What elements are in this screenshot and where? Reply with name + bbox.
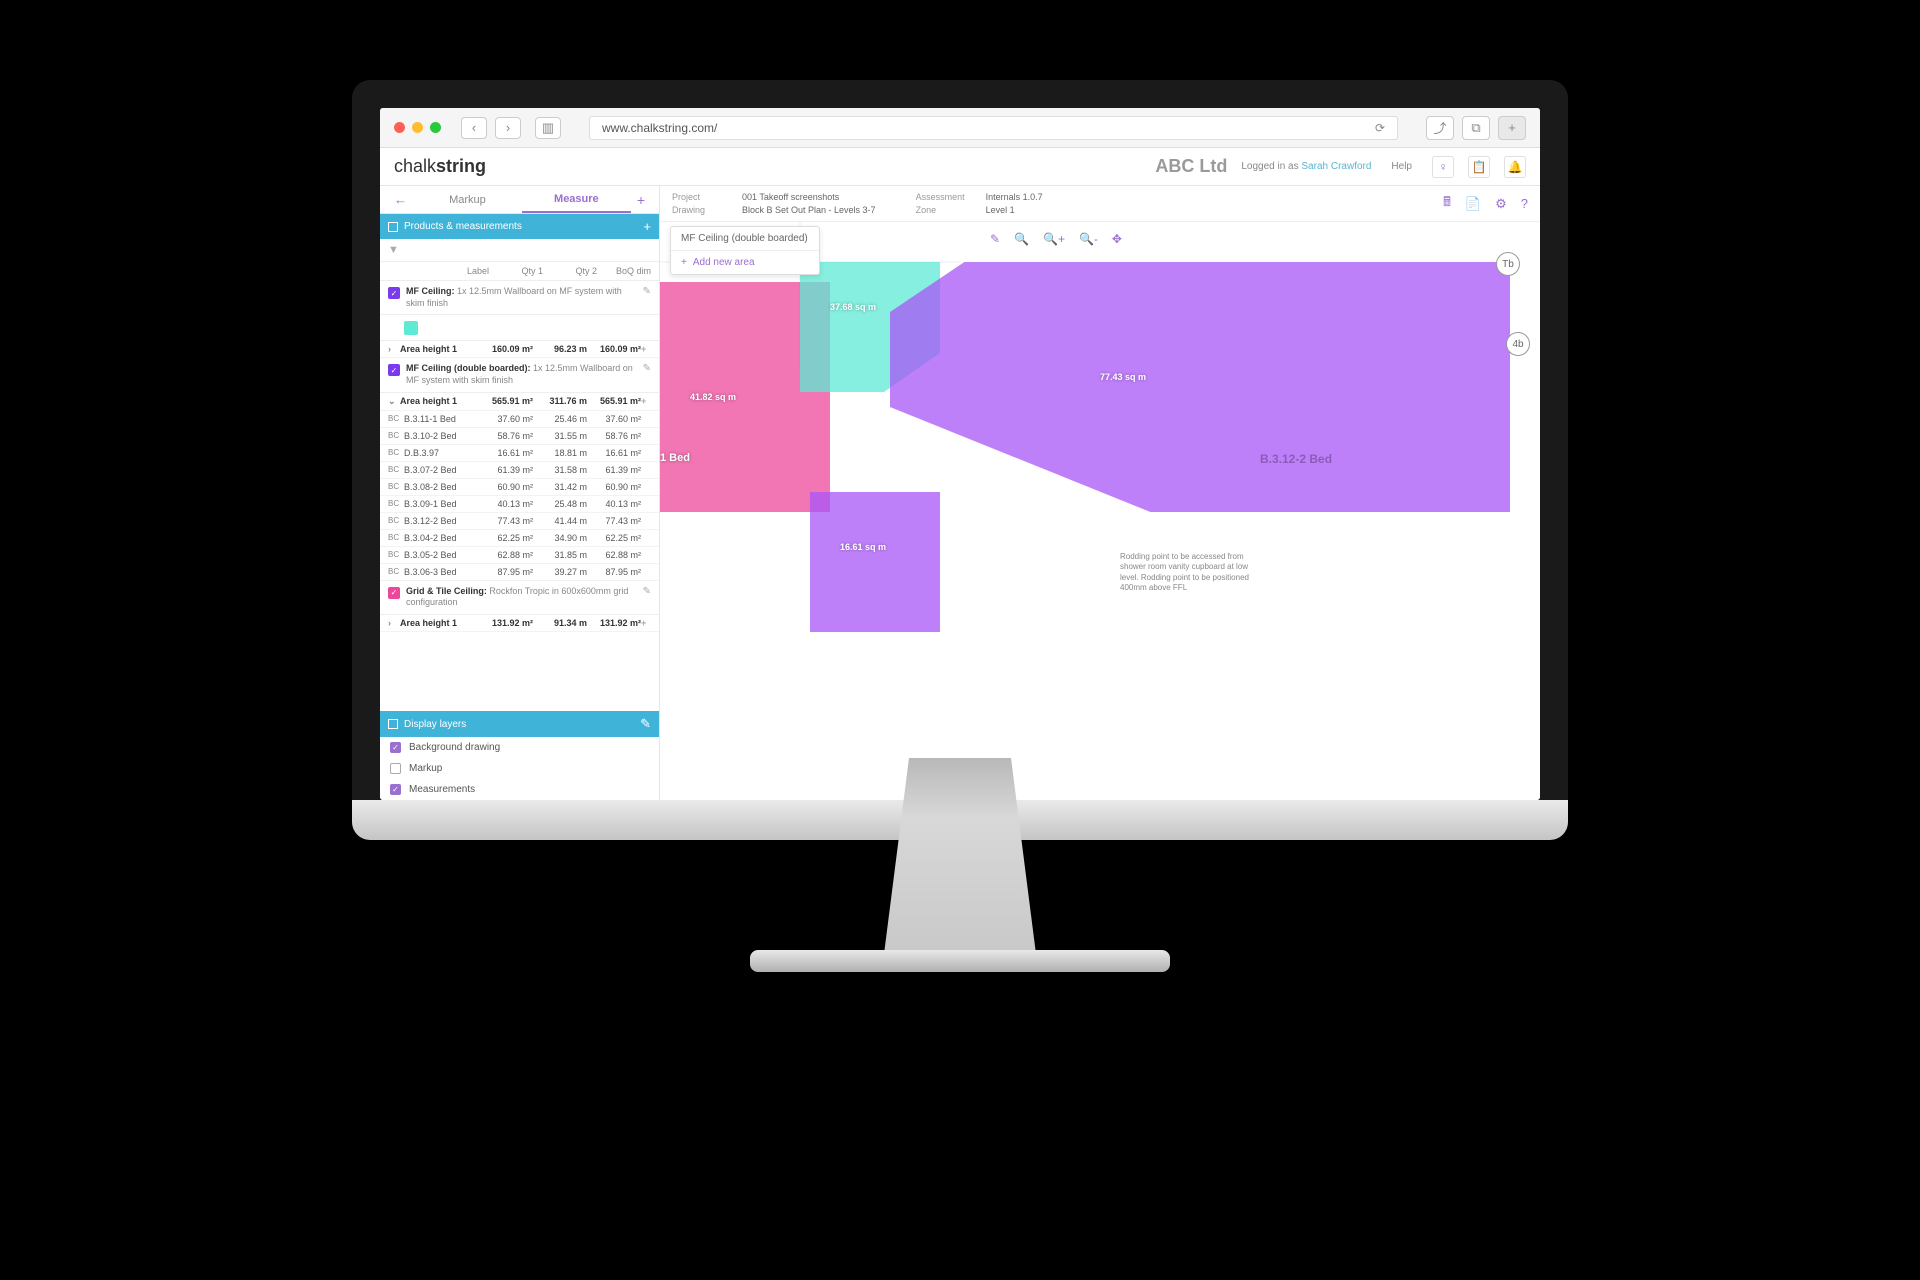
area-label: 41.82 sq m bbox=[690, 392, 736, 402]
edit-icon[interactable]: ✎ bbox=[643, 286, 651, 297]
main-panel: Project001 Takeoff screenshots DrawingBl… bbox=[660, 186, 1540, 800]
calculator-icon[interactable]: 🖩 bbox=[1443, 193, 1451, 215]
browser-toolbar: ‹ › ▥ www.chalkstring.com/ ⟳ ⤴ ⧉ + bbox=[380, 108, 1540, 148]
area-label: 16.61 sq m bbox=[840, 542, 886, 552]
area-summary[interactable]: ›Area height 1 131.92 m²91.34 m131.92 m²… bbox=[380, 615, 659, 632]
layer-item[interactable]: ✓Measurements bbox=[380, 779, 659, 800]
color-swatch: ✓ bbox=[388, 587, 400, 599]
forward-button[interactable]: › bbox=[495, 117, 521, 139]
zoom-tool-icon[interactable]: 🔍 bbox=[1014, 232, 1029, 246]
product-row[interactable]: ✓ MF Ceiling (double boarded): 1x 12.5mm… bbox=[380, 358, 659, 392]
user-icon[interactable]: ♀ bbox=[1432, 156, 1454, 178]
sidebar: ← Markup Measure + Products & measuremen… bbox=[380, 186, 660, 800]
plus-icon: + bbox=[681, 257, 687, 268]
product-row[interactable]: ✓ MF Ceiling: 1x 12.5mm Wallboard on MF … bbox=[380, 281, 659, 315]
measurement-row[interactable]: BCB.3.07-2 Bed61.39 m²31.58 m61.39 m² bbox=[380, 462, 659, 479]
maximize-window-icon[interactable] bbox=[430, 122, 441, 133]
filter-row[interactable]: ▼ bbox=[380, 239, 659, 262]
zoom-out-icon[interactable]: 🔍- bbox=[1079, 232, 1098, 246]
user-link[interactable]: Sarah Crawford bbox=[1301, 161, 1371, 172]
new-tab-button[interactable]: + bbox=[1498, 116, 1526, 140]
help-link[interactable]: Help bbox=[1385, 161, 1418, 172]
settings-icon[interactable]: ⚙ bbox=[1495, 196, 1507, 212]
checkbox-icon[interactable] bbox=[388, 222, 398, 232]
close-window-icon[interactable] bbox=[394, 122, 405, 133]
grid-marker: 4b bbox=[1506, 332, 1530, 356]
edit-layers-icon[interactable]: ✎ bbox=[640, 716, 651, 732]
add-tab-icon[interactable]: + bbox=[631, 192, 651, 208]
tabs-button[interactable]: ⧉ bbox=[1462, 116, 1490, 140]
area-summary[interactable]: ›Area height 1 160.09 m²96.23 m160.09 m²… bbox=[380, 341, 659, 358]
share-button[interactable]: ⤴ bbox=[1426, 116, 1454, 140]
sidebar-toggle-button[interactable]: ▥ bbox=[535, 117, 561, 139]
plan-note: Rodding point to be accessed from shower… bbox=[1120, 552, 1260, 594]
layer-item[interactable]: Markup bbox=[380, 758, 659, 779]
color-swatch bbox=[404, 321, 418, 335]
layer-item[interactable]: ✓Background drawing bbox=[380, 737, 659, 758]
pan-tool-icon[interactable]: ✥ bbox=[1112, 232, 1122, 246]
edit-icon[interactable]: ✎ bbox=[643, 363, 651, 374]
area-label: 77.43 sq m bbox=[1100, 372, 1146, 382]
color-swatch: ✓ bbox=[388, 364, 400, 376]
add-product-icon[interactable]: + bbox=[643, 219, 651, 234]
grid-marker: Tb bbox=[1496, 252, 1520, 276]
pen-tool-icon[interactable]: ✎ bbox=[990, 232, 1000, 246]
room-name: B.3.12-2 Bed bbox=[1260, 452, 1332, 466]
measurement-row[interactable]: BCB.3.10-2 Bed58.76 m²31.55 m58.76 m² bbox=[380, 428, 659, 445]
url-text: www.chalkstring.com/ bbox=[602, 121, 717, 135]
add-area-button[interactable]: +Add new area bbox=[671, 251, 819, 274]
checkbox-icon[interactable] bbox=[388, 719, 398, 729]
checkbox-icon[interactable] bbox=[390, 763, 401, 774]
help-icon[interactable]: ? bbox=[1521, 196, 1528, 211]
app-header: chalkstring ABC Ltd Logged in as Sarah C… bbox=[380, 148, 1540, 186]
drawing-canvas[interactable]: ✎ 🔍 🔍+ 🔍- ✥ MF Ceiling (double boarded) … bbox=[660, 222, 1540, 800]
measurement-row[interactable]: BCB.3.05-2 Bed62.88 m²31.85 m62.88 m² bbox=[380, 547, 659, 564]
measurement-row[interactable]: BCB.3.08-2 Bed60.90 m²31.42 m60.90 m² bbox=[380, 479, 659, 496]
area-label: 37.68 sq m bbox=[830, 302, 876, 312]
room-name: 1 Bed bbox=[660, 452, 690, 464]
company-name: ABC Ltd bbox=[1155, 156, 1227, 177]
login-status: Logged in as Sarah Crawford bbox=[1241, 161, 1371, 172]
url-bar[interactable]: www.chalkstring.com/ ⟳ bbox=[589, 116, 1398, 140]
clipboard-icon[interactable]: 📋 bbox=[1468, 156, 1490, 178]
refresh-icon[interactable]: ⟳ bbox=[1375, 121, 1385, 135]
measurement-row[interactable]: BCB.3.09-1 Bed40.13 m²25.48 m40.13 m² bbox=[380, 496, 659, 513]
measurement-row[interactable]: BCB.3.06-3 Bed87.95 m²39.27 m87.95 m² bbox=[380, 564, 659, 581]
tab-markup[interactable]: Markup bbox=[413, 188, 522, 212]
edit-icon[interactable]: ✎ bbox=[643, 586, 651, 597]
layers-section-header[interactable]: Display layers ✎ bbox=[380, 711, 659, 737]
canvas-toolbar: ✎ 🔍 🔍+ 🔍- ✥ bbox=[980, 228, 1132, 250]
info-bar: Project001 Takeoff screenshots DrawingBl… bbox=[660, 186, 1540, 222]
popup-title: MF Ceiling (double boarded) bbox=[671, 227, 819, 251]
measurement-row[interactable]: BCB.3.12-2 Bed77.43 m²41.44 m77.43 m² bbox=[380, 513, 659, 530]
context-popup: MF Ceiling (double boarded) +Add new are… bbox=[670, 226, 820, 275]
checkbox-icon[interactable]: ✓ bbox=[390, 742, 401, 753]
document-icon[interactable]: 📄 bbox=[1465, 196, 1481, 212]
back-button[interactable]: ‹ bbox=[461, 117, 487, 139]
area-shape-purple[interactable] bbox=[890, 262, 1510, 512]
column-headers: LabelQty 1Qty 2BoQ dim bbox=[380, 262, 659, 281]
color-swatch: ✓ bbox=[388, 287, 400, 299]
product-swatch-row bbox=[380, 315, 659, 341]
tab-measure[interactable]: Measure bbox=[522, 187, 631, 213]
minimize-window-icon[interactable] bbox=[412, 122, 423, 133]
measurement-row[interactable]: BCD.B.3.9716.61 m²18.81 m16.61 m² bbox=[380, 445, 659, 462]
logo[interactable]: chalkstring bbox=[394, 156, 486, 177]
back-icon[interactable]: ← bbox=[388, 192, 413, 207]
measurement-row[interactable]: BCB.3.04-2 Bed62.25 m²34.90 m62.25 m² bbox=[380, 530, 659, 547]
area-summary[interactable]: ⌄Area height 1 565.91 m²311.76 m565.91 m… bbox=[380, 393, 659, 411]
products-section-header[interactable]: Products & measurements + bbox=[380, 214, 659, 239]
area-shape-purple[interactable] bbox=[810, 492, 940, 632]
bell-icon[interactable]: 🔔 bbox=[1504, 156, 1526, 178]
checkbox-icon[interactable]: ✓ bbox=[390, 784, 401, 795]
zoom-in-icon[interactable]: 🔍+ bbox=[1043, 232, 1065, 246]
product-row[interactable]: ✓ Grid & Tile Ceiling: Rockfon Tropic in… bbox=[380, 581, 659, 615]
measurement-row[interactable]: BCB.3.11-1 Bed37.60 m²25.46 m37.60 m² bbox=[380, 411, 659, 428]
